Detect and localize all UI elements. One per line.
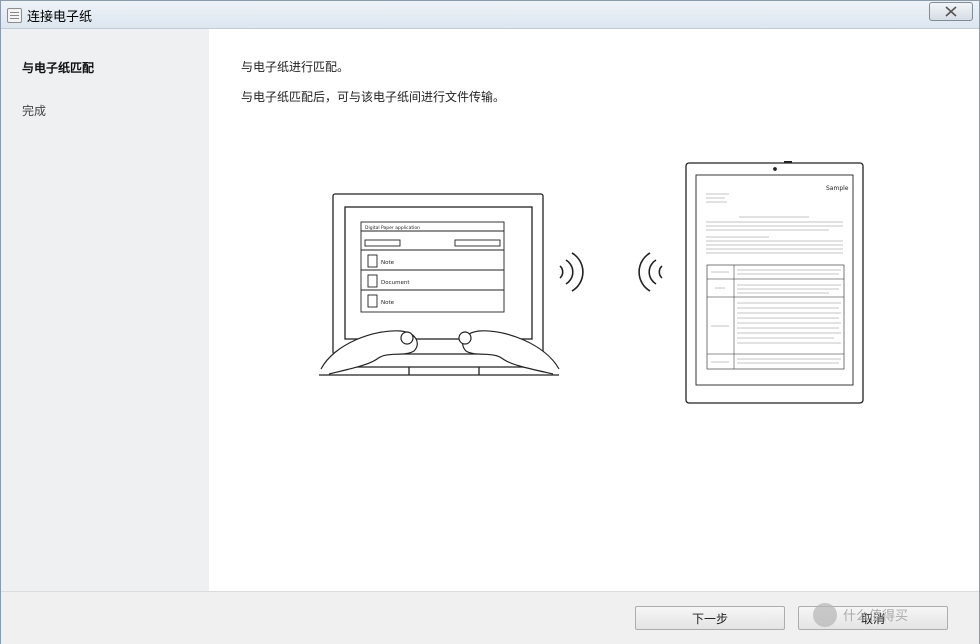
watermark-logo xyxy=(813,603,837,627)
main-content: 与电子纸进行匹配。 与电子纸匹配后，可与该电子纸间进行文件传输。 Digital… xyxy=(209,29,979,591)
document-text-lines xyxy=(706,193,843,364)
app-icon xyxy=(7,8,22,23)
window-title: 连接电子纸 xyxy=(27,10,93,25)
step-pair-current: 与电子纸匹配 xyxy=(22,61,95,75)
close-button[interactable] xyxy=(929,2,973,21)
title-bar[interactable]: 连接电子纸 xyxy=(1,1,979,29)
file-item-document: Document xyxy=(381,280,410,286)
file-item-note-2: Note xyxy=(381,300,395,306)
app-title-text: Digital Paper application xyxy=(365,225,420,231)
paper-sample-label: Sample xyxy=(826,185,849,192)
wireless-signal-icon xyxy=(559,252,663,292)
pairing-illustration: Digital Paper application Note Document … xyxy=(319,161,864,404)
next-button[interactable]: 下一步 xyxy=(635,606,785,630)
app-window-illustration xyxy=(360,221,505,313)
close-icon xyxy=(945,6,957,17)
file-item-note: Note xyxy=(381,260,395,266)
watermark-text: 什么值得买 xyxy=(843,609,909,624)
step-complete: 完成 xyxy=(22,104,47,118)
wizard-steps-sidebar: 与电子纸匹配 完成 xyxy=(1,29,209,591)
dialog-window: 连接电子纸 与电子纸匹配 完成 与电子纸进行匹配。 与电子纸匹配后，可与该电子纸… xyxy=(0,0,980,644)
